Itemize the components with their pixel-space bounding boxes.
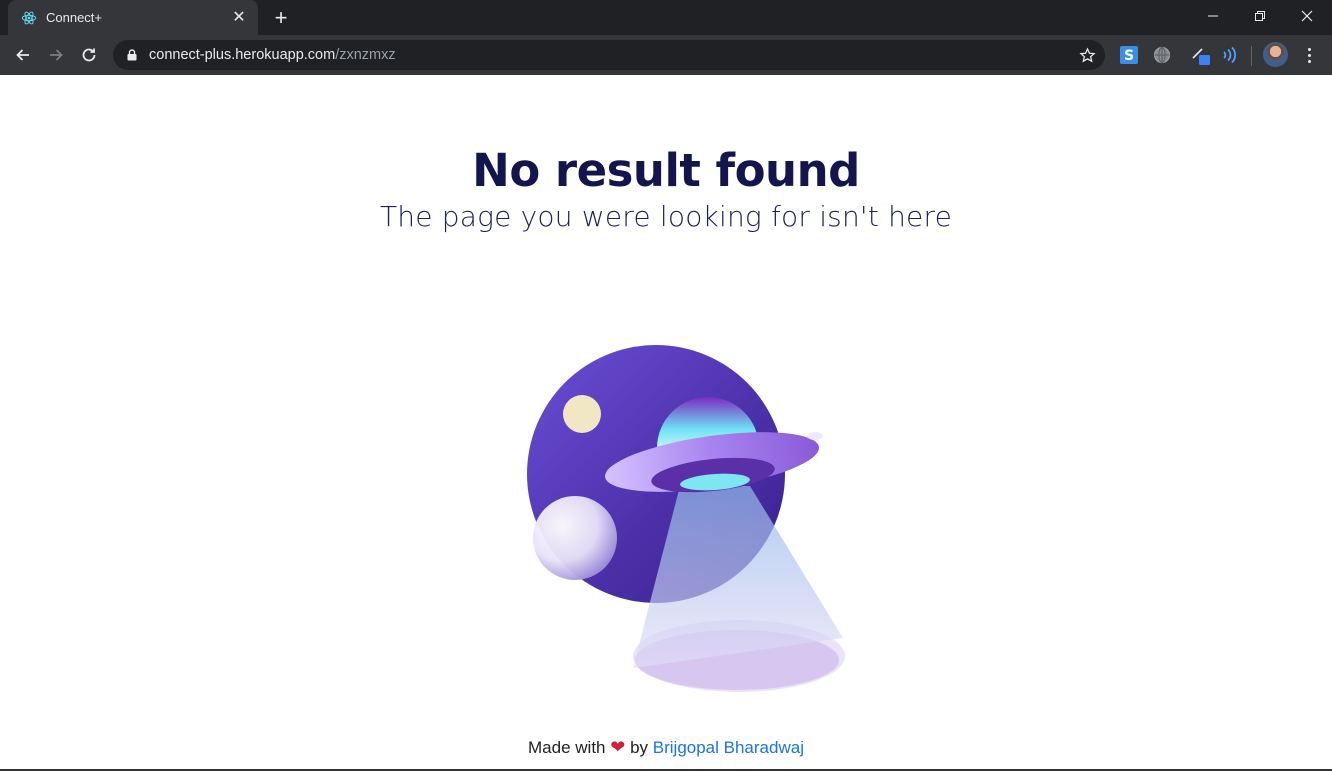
page-subtitle: The page you were looking for isn't here xyxy=(379,200,952,233)
menu-kebab-icon[interactable] xyxy=(1298,44,1320,66)
page-footer: Made with ❤ by Brijgopal Bharadwaj xyxy=(0,737,1332,758)
browser-tab[interactable]: Connect+ ✕ xyxy=(8,0,258,35)
back-arrow-icon[interactable] xyxy=(8,40,38,70)
reload-icon[interactable] xyxy=(74,40,104,70)
tab-close-icon[interactable]: ✕ xyxy=(230,9,248,27)
restore-icon[interactable] xyxy=(1237,0,1283,32)
yellow-moon xyxy=(563,395,601,433)
page-title: No result found xyxy=(472,144,860,197)
ufo-disk-tip xyxy=(807,432,823,440)
profile-avatar[interactable] xyxy=(1263,42,1288,67)
window-close-icon[interactable] xyxy=(1284,0,1330,32)
url-path: /zxnzmxz xyxy=(335,47,396,63)
s-extension-icon[interactable]: S xyxy=(1118,44,1140,66)
toolbar-separator xyxy=(1251,46,1252,66)
tab-title: Connect+ xyxy=(46,10,103,25)
url-host: connect-plus.herokuapp.com xyxy=(149,47,336,63)
lock-icon[interactable] xyxy=(125,48,139,62)
page-content: No result found The page you were lookin… xyxy=(0,75,1332,771)
globe-extension-icon[interactable] xyxy=(1151,44,1173,66)
browser-toolbar: connect-plus.herokuapp.com/zxnzmxz S xyxy=(0,35,1332,75)
pen-extension-icon[interactable] xyxy=(1190,44,1212,66)
footer-by: by xyxy=(630,738,649,757)
ufo-planet-illustration xyxy=(527,345,845,692)
url-text[interactable]: connect-plus.herokuapp.com/zxnzmxz xyxy=(149,47,396,63)
new-tab-button[interactable]: + xyxy=(268,5,294,31)
svg-text:S: S xyxy=(1124,48,1134,64)
wifi-extension-icon[interactable] xyxy=(1218,44,1240,66)
author-link[interactable]: Brijgopal Bharadwaj xyxy=(653,738,804,757)
pale-moon xyxy=(533,496,617,580)
forward-arrow-icon[interactable] xyxy=(41,40,71,70)
react-atom-icon xyxy=(20,9,38,27)
address-bar[interactable]: connect-plus.herokuapp.com/zxnzmxz xyxy=(113,40,1105,70)
bookmark-star-icon[interactable] xyxy=(1077,45,1097,65)
heart-icon: ❤ xyxy=(610,737,626,757)
minimize-icon[interactable] xyxy=(1190,0,1236,32)
tab-strip: Connect+ ✕ + xyxy=(0,0,1332,35)
footer-made-with: Made with xyxy=(528,738,606,757)
